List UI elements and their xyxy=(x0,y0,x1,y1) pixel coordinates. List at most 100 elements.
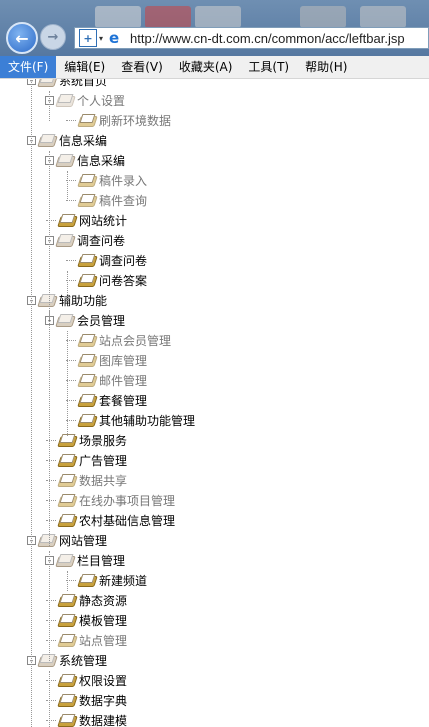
back-arrow-icon: ← xyxy=(15,28,29,48)
address-bar[interactable]: + ▾ e http://www.cn-dt.com.cn/common/acc… xyxy=(74,27,429,49)
open-book-icon xyxy=(55,553,76,567)
tree-connector xyxy=(46,440,56,441)
tree-connector xyxy=(46,460,56,461)
address-url[interactable]: http://www.cn-dt.com.cn/common/acc/leftb… xyxy=(130,31,405,46)
open-book-icon xyxy=(37,133,58,147)
menu-edit[interactable]: 编辑(E) xyxy=(56,56,113,78)
tree-connector xyxy=(46,640,56,641)
tree-connector xyxy=(49,91,50,121)
book-icon xyxy=(57,613,78,627)
tree-connector xyxy=(67,271,68,301)
book-icon xyxy=(77,573,98,587)
tree-item[interactable]: 场景服务 xyxy=(57,430,128,450)
menu-tools[interactable]: 工具(T) xyxy=(240,56,297,78)
tree-item[interactable]: - 调查问卷 xyxy=(45,230,125,250)
tree-item-label: 场景服务 xyxy=(79,433,128,448)
book-icon xyxy=(77,253,98,267)
tree-item[interactable]: 静态资源 xyxy=(57,590,127,610)
book-icon xyxy=(57,493,78,507)
tree-connector xyxy=(49,671,50,727)
tree-item[interactable]: - 信息采编 xyxy=(27,130,107,150)
tree-item[interactable]: 稿件录入 xyxy=(77,170,148,190)
tree-item[interactable]: 权限设置 xyxy=(57,670,128,690)
tree-item[interactable]: 图库管理 xyxy=(77,350,147,370)
tree-connector xyxy=(46,700,56,701)
tree-item-label: 问卷答案 xyxy=(99,273,148,288)
tree-item[interactable]: 农村基础信息管理 xyxy=(57,510,175,530)
tree-item[interactable]: - 个人设置 xyxy=(45,90,125,110)
back-button[interactable]: ← xyxy=(6,22,38,54)
open-book-icon xyxy=(55,93,76,107)
tree-item-label: 刷新环境数据 xyxy=(99,113,172,128)
tree-connector xyxy=(46,500,56,501)
tree-connector xyxy=(67,571,68,591)
tree-item[interactable]: 套餐管理 xyxy=(77,390,148,410)
tree-item-label: 权限设置 xyxy=(79,673,128,688)
tree-connector xyxy=(46,520,56,521)
tree-item-label: 在线办事项目管理 xyxy=(79,493,176,508)
book-icon xyxy=(77,393,98,407)
tree-item-label: 稿件录入 xyxy=(99,173,148,188)
book-icon xyxy=(57,713,78,727)
tree-item[interactable]: 在线办事项目管理 xyxy=(57,490,176,510)
tab-thumbnail xyxy=(145,6,191,28)
tree-connector xyxy=(46,720,56,721)
tree-item[interactable]: 其他辅助功能管理 xyxy=(77,410,195,430)
tree-item-label: 网站管理 xyxy=(59,533,108,548)
tree-item-label: 数据字典 xyxy=(79,693,128,708)
add-favorite-icon[interactable]: + xyxy=(79,29,97,47)
menu-file[interactable]: 文件(F) xyxy=(0,56,57,78)
tree-item[interactable]: 数据共享 xyxy=(57,470,127,490)
tree-item[interactable]: 调查问卷 xyxy=(77,250,147,270)
tree-item[interactable]: 问卷答案 xyxy=(77,270,148,290)
tree-item[interactable]: - 网站管理 xyxy=(27,530,107,550)
open-book-icon xyxy=(55,233,76,247)
tree-item-label: 系统管理 xyxy=(59,653,108,668)
book-icon xyxy=(57,593,78,607)
tree-item[interactable]: 网站统计 xyxy=(57,210,128,230)
tree-item-label: 数据建模 xyxy=(79,713,128,727)
tree-item[interactable]: 广告管理 xyxy=(57,450,127,470)
tree-item[interactable]: 模板管理 xyxy=(57,610,127,630)
tree-item-label: 新建频道 xyxy=(99,573,148,588)
tree-item[interactable]: 邮件管理 xyxy=(77,370,148,390)
book-icon xyxy=(77,353,98,367)
book-icon xyxy=(57,213,78,227)
tab-thumbnail xyxy=(195,6,241,28)
tree-item[interactable]: - 栏目管理 xyxy=(45,550,125,570)
book-icon xyxy=(77,273,98,287)
tab-thumbnail xyxy=(300,6,346,28)
tree-item[interactable]: 数据建模 xyxy=(57,710,128,727)
book-icon xyxy=(57,513,78,527)
tree-item-label: 邮件管理 xyxy=(99,373,148,388)
tree-item[interactable]: 站点管理 xyxy=(57,630,128,650)
forward-button[interactable]: → xyxy=(40,24,66,50)
tree-connector xyxy=(46,620,56,621)
tree-item[interactable]: 稿件查询 xyxy=(77,190,147,210)
tree-connector xyxy=(66,260,76,261)
tree-item[interactable]: 数据字典 xyxy=(57,690,128,710)
tree-item-label: 站点管理 xyxy=(79,633,128,648)
tree-item[interactable]: 新建频道 xyxy=(77,570,148,590)
book-icon xyxy=(57,453,78,467)
forward-arrow-icon: → xyxy=(47,29,59,45)
menu-help[interactable]: 帮助(H) xyxy=(297,56,355,78)
tree-item[interactable]: - 系统管理 xyxy=(27,650,107,670)
tree-item[interactable]: - 系统首页 xyxy=(27,79,107,90)
tree-item[interactable]: 站点会员管理 xyxy=(77,330,171,350)
tree-item[interactable]: - 会员管理 xyxy=(45,310,125,330)
tree-connector xyxy=(46,680,56,681)
tab-thumbnail xyxy=(95,6,141,28)
tree-item-label: 信息采编 xyxy=(59,133,108,148)
chevron-down-icon[interactable]: ▾ xyxy=(99,34,103,43)
book-icon xyxy=(57,693,78,707)
tab-thumbnail xyxy=(360,6,406,28)
menu-view[interactable]: 查看(V) xyxy=(113,56,171,78)
tree-item[interactable]: 刷新环境数据 xyxy=(77,110,172,130)
menu-favorites[interactable]: 收藏夹(A) xyxy=(171,56,241,78)
tree-connector xyxy=(67,331,68,436)
tree-item-label: 套餐管理 xyxy=(99,393,148,408)
tree-item[interactable]: - 信息采编 xyxy=(45,150,125,170)
book-icon xyxy=(57,473,78,487)
tree-item-label: 网站统计 xyxy=(79,213,128,228)
